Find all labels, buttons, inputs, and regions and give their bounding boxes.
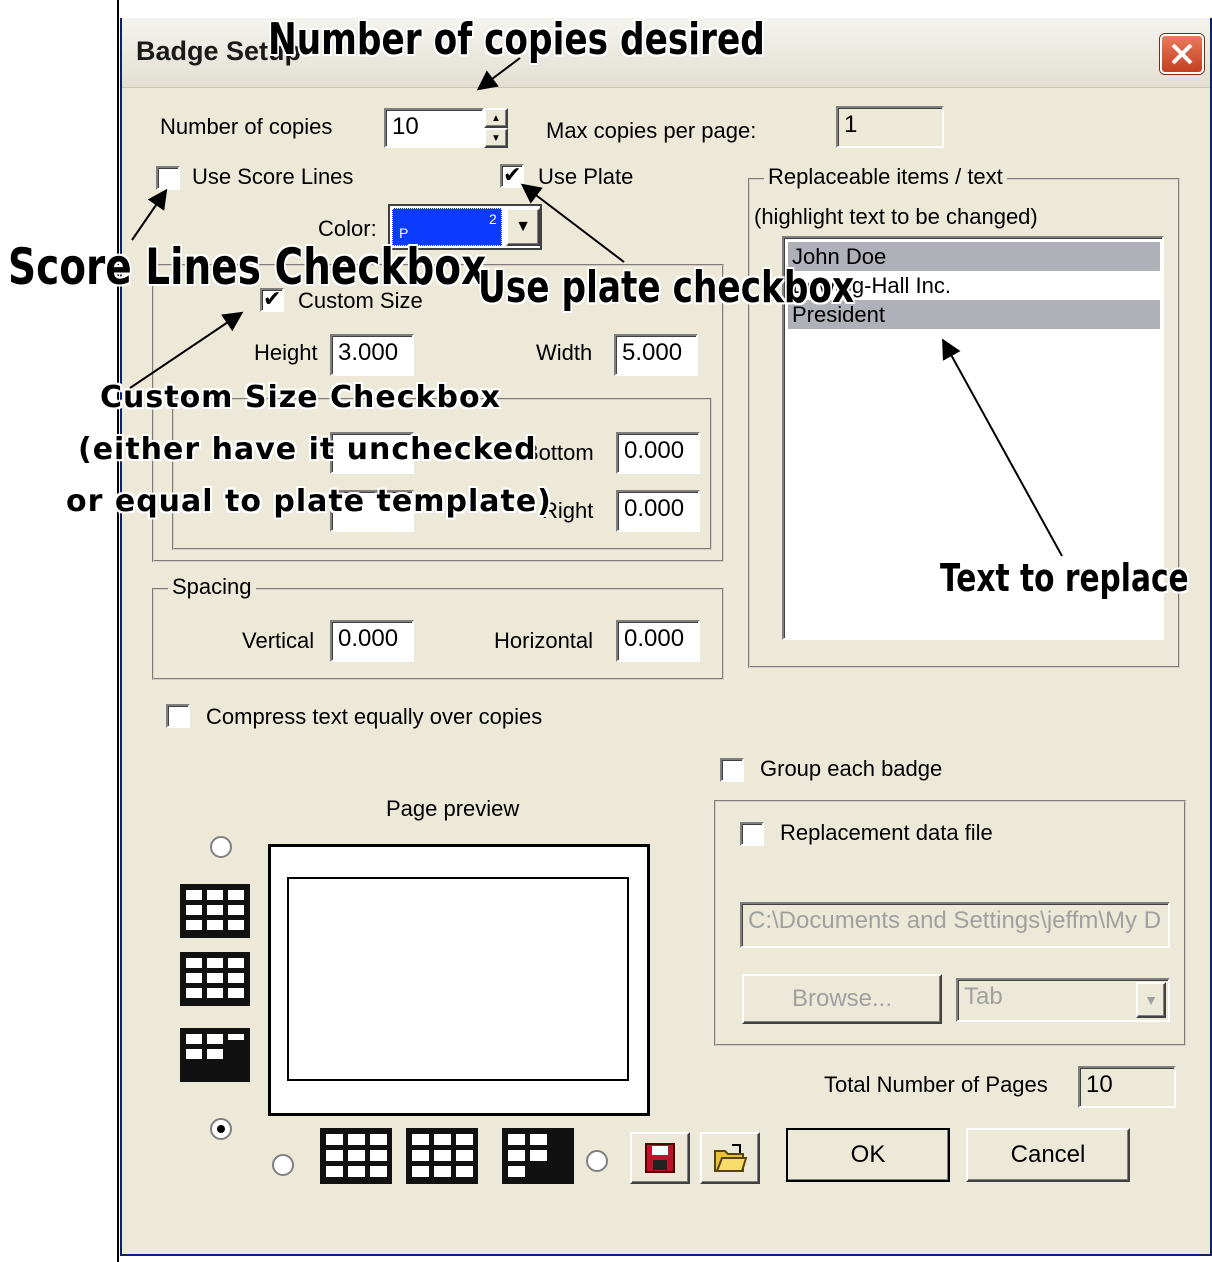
annotation-copies: Number of copies desired (268, 14, 765, 65)
annotation-custom-size-2: (either have it unchecked (78, 432, 537, 467)
score-lines-arrow (131, 188, 168, 241)
custom-size-arrow (129, 311, 244, 389)
annotation-score-lines: Score Lines Checkbox (8, 238, 487, 296)
annotation-use-plate: Use plate checkbox (478, 262, 855, 313)
annotation-custom-size-1: Custom Size Checkbox (100, 380, 501, 415)
text-replace-arrow (942, 338, 1063, 557)
use-plate-arrow (520, 183, 625, 263)
annotation-text-replace: Text to replace (940, 556, 1189, 600)
annotation-arrows (129, 57, 1063, 557)
annotation-custom-size-3: or equal to plate template) (66, 484, 552, 519)
